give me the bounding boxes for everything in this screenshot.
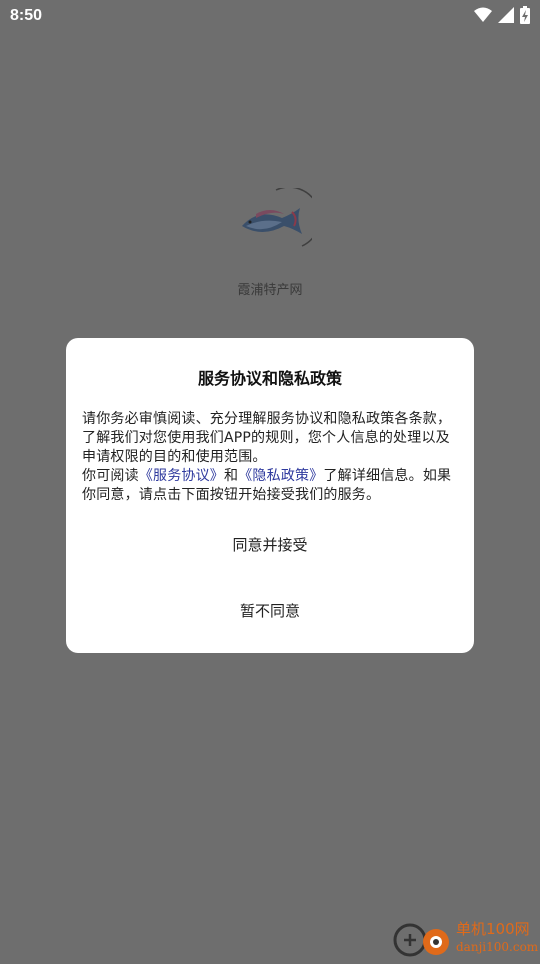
privacy-dialog: 服务协议和隐私政策 请你务必审慎阅读、充分理解服务协议和隐私政策各条款，了解我们… <box>66 338 474 653</box>
watermark-title: 单机100网 <box>456 920 530 938</box>
service-agreement-link[interactable]: 《服务协议》 <box>139 468 224 484</box>
status-bar: 8:50 <box>0 0 540 32</box>
dialog-body-text-2a: 你可阅读 <box>82 468 139 484</box>
privacy-policy-link[interactable]: 《隐私政策》 <box>238 468 323 484</box>
status-icons <box>474 6 530 28</box>
watermark-logo-icon <box>392 920 454 964</box>
fish-logo-icon <box>236 186 321 250</box>
dialog-body-text: 请你务必审慎阅读、充分理解服务协议和隐私政策各条款，了解我们对您使用我们APP的… <box>82 411 452 465</box>
cellular-signal-icon <box>498 7 514 27</box>
dialog-body: 请你务必审慎阅读、充分理解服务协议和隐私政策各条款，了解我们对您使用我们APP的… <box>82 410 460 505</box>
wifi-icon <box>474 7 492 27</box>
status-time: 8:50 <box>10 7 43 24</box>
watermark: 单机100网 danji100.com <box>392 918 540 960</box>
app-name: 霞浦特产网 <box>237 283 303 298</box>
disagree-button[interactable]: 暂不同意 <box>66 600 474 621</box>
dialog-title: 服务协议和隐私政策 <box>197 369 342 388</box>
battery-charging-icon <box>520 6 530 28</box>
dialog-body-and: 和 <box>224 468 239 484</box>
watermark-url: danji100.com <box>456 940 539 954</box>
agree-button[interactable]: 同意并接受 <box>66 534 474 555</box>
